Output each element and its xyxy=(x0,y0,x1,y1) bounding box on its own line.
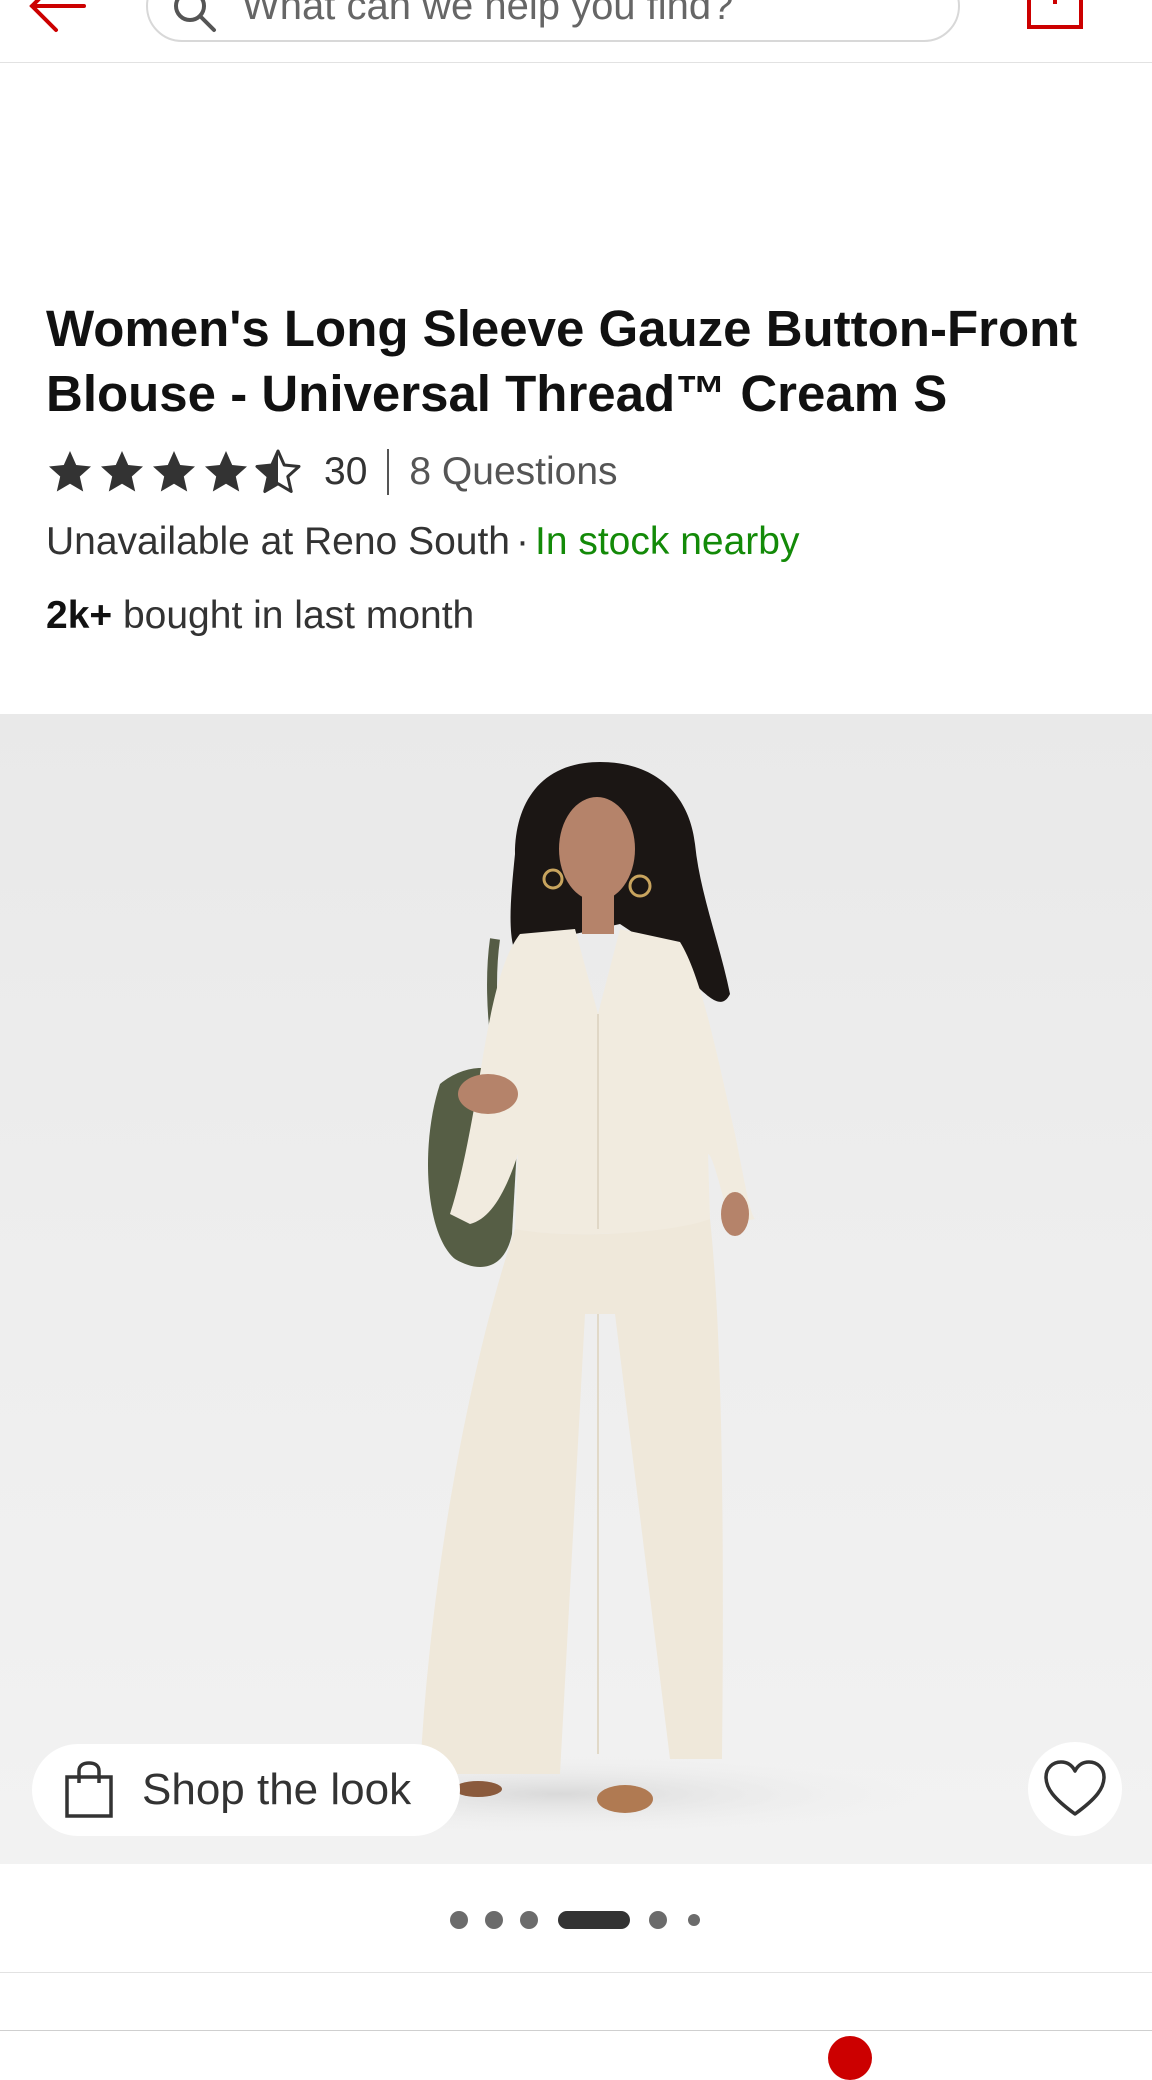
questions-link[interactable]: 8 Questions xyxy=(409,450,617,494)
carousel-dot[interactable] xyxy=(485,1911,503,1929)
rating-count[interactable]: 30 xyxy=(324,450,367,494)
product-image[interactable]: Shop the look xyxy=(0,714,1152,1864)
search-bar[interactable] xyxy=(146,0,960,42)
top-bar xyxy=(0,0,1152,63)
shop-the-look-label: Shop the look xyxy=(142,1765,412,1814)
back-arrow-icon[interactable] xyxy=(22,0,102,36)
rating-row[interactable]: 30 8 Questions xyxy=(46,442,618,502)
bought-text: bought in last month xyxy=(112,594,475,637)
favorite-button[interactable] xyxy=(1028,1742,1122,1836)
carousel-dot[interactable] xyxy=(520,1911,538,1929)
carousel-dot[interactable] xyxy=(649,1911,667,1929)
divider xyxy=(0,1972,1152,1973)
search-input[interactable] xyxy=(240,0,924,32)
separator-dot: · xyxy=(515,520,529,563)
shop-the-look-button[interactable]: Shop the look xyxy=(32,1744,460,1836)
availability: Unavailable at Reno South · In stock nearb… xyxy=(46,520,799,564)
star-rating xyxy=(46,448,302,496)
carousel-indicator xyxy=(0,1900,1152,1940)
bought-count: 2k+ xyxy=(46,594,113,637)
star-full-icon xyxy=(101,451,143,492)
divider xyxy=(387,449,390,495)
carousel-dot[interactable] xyxy=(450,1911,468,1929)
cart-icon[interactable] xyxy=(1026,0,1084,30)
star-full-icon xyxy=(49,451,91,492)
search-icon xyxy=(174,0,216,32)
star-full-icon xyxy=(205,451,247,492)
shopping-bag-icon xyxy=(65,1761,113,1818)
star-full-icon xyxy=(153,451,195,492)
carousel-dot-active[interactable] xyxy=(558,1911,630,1929)
red-badge xyxy=(828,2036,872,2080)
product-title: Women's Long Sleeve Gauze Button-Front B… xyxy=(46,300,1078,422)
store-availability[interactable]: Unavailable at Reno South xyxy=(46,520,510,563)
heart-icon xyxy=(1044,1760,1106,1816)
in-stock-nearby-link[interactable]: In stock nearby xyxy=(535,520,799,563)
bought-in-last-month: 2k+ bought in last month xyxy=(46,594,474,638)
divider xyxy=(0,2030,1152,2031)
star-half-icon xyxy=(255,449,301,493)
model-photo xyxy=(200,762,920,1834)
carousel-dot[interactable] xyxy=(688,1914,700,1926)
